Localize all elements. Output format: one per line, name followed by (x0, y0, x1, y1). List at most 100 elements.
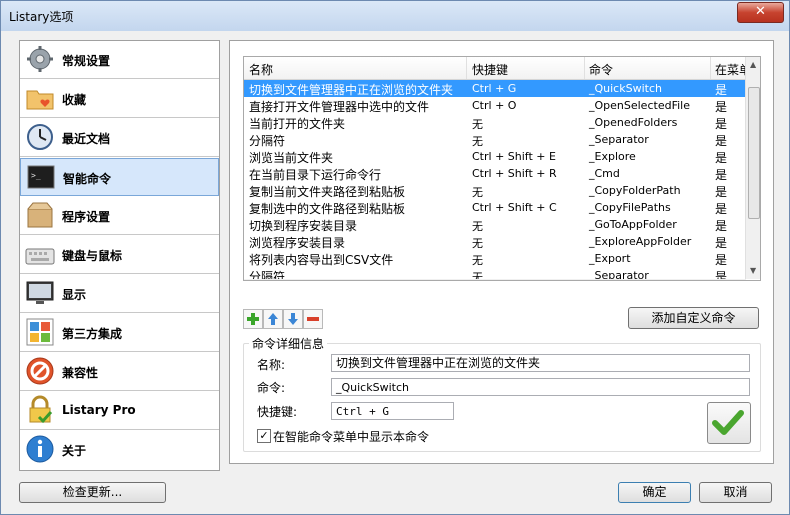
options-window: Listary选项 ✕ 常规设置 收藏 最近文档 >_ 智能命令 程序设置 键盘… (0, 0, 790, 515)
column-divider[interactable] (584, 57, 585, 79)
command-label: 命令: (257, 381, 286, 395)
column-divider[interactable] (466, 57, 467, 79)
cell-name: 在当前目录下运行命令行 (249, 168, 382, 182)
lock-check-icon (29, 395, 53, 424)
no-entry-icon (26, 357, 54, 385)
cell-in-menu: 是 (715, 100, 728, 114)
sidebar-item-label: Listary Pro (62, 403, 136, 417)
cell-hotkey: Ctrl + Shift + E (472, 150, 556, 163)
table-row[interactable]: 复制当前文件夹路径到粘贴板 无 _CopyFolderPath 是 (244, 182, 746, 199)
table-row[interactable]: 将列表内容导出到CSV文件 无 _Export 是 (244, 250, 746, 267)
cell-hotkey: Ctrl + Shift + R (472, 167, 557, 180)
sidebar-item-display[interactable]: 显示 (20, 275, 219, 313)
cell-hotkey: 无 (472, 237, 483, 250)
table-row[interactable]: 复制选中的文件路径到粘贴板 Ctrl + Shift + C _CopyFile… (244, 199, 746, 216)
cell-name: 分隔符 (249, 134, 286, 148)
terminal-icon: >_ (27, 165, 55, 189)
remove-command-button[interactable] (303, 309, 323, 329)
add-command-button[interactable] (243, 309, 263, 329)
column-divider[interactable] (710, 57, 711, 79)
move-down-button[interactable] (283, 309, 303, 329)
table-row[interactable]: 在当前目录下运行命令行 Ctrl + Shift + R _Cmd 是 (244, 165, 746, 182)
column-header-command[interactable]: 命令 (589, 61, 613, 78)
cell-command: _GoToAppFolder (589, 218, 677, 231)
cell-command: _QuickSwitch (589, 82, 662, 95)
checkmark-icon (712, 410, 744, 435)
titlebar: Listary选项 ✕ (1, 1, 789, 31)
show-in-menu-label[interactable]: 在智能命令菜单中显示本命令 (273, 428, 429, 445)
cell-command: _Export (589, 252, 631, 265)
sidebar-item-label: 程序设置 (62, 210, 111, 224)
sidebar-item-third-party[interactable]: 第三方集成 (20, 314, 219, 352)
cell-name: 浏览程序安装目录 (249, 236, 346, 250)
sidebar-item-label: 最近文档 (62, 132, 111, 146)
sidebar-item-listary-pro[interactable]: Listary Pro (20, 392, 219, 430)
cell-in-menu: 是 (715, 168, 728, 182)
commands-table[interactable]: 名称 快捷键 命令 在菜单 切换到文件管理器中正在浏览的文件夹 Ctrl + G… (243, 56, 761, 281)
sidebar-item-about[interactable]: 关于 (20, 431, 219, 469)
plus-icon (247, 313, 259, 325)
column-header-hotkey[interactable]: 快捷键 (472, 61, 508, 78)
scroll-thumb[interactable] (748, 87, 760, 219)
sidebar-item-label: 关于 (62, 444, 87, 458)
cell-hotkey: 无 (472, 118, 483, 131)
cell-name: 浏览当前文件夹 (249, 151, 334, 165)
cell-in-menu: 是 (715, 202, 728, 216)
cell-name: 复制当前文件夹路径到粘贴板 (249, 185, 406, 199)
table-row[interactable]: 浏览当前文件夹 Ctrl + Shift + E _Explore 是 (244, 148, 746, 165)
sidebar-item-program-settings[interactable]: 程序设置 (20, 197, 219, 235)
hotkey-field[interactable]: Ctrl + G (331, 402, 454, 420)
command-field[interactable]: _QuickSwitch (331, 378, 750, 396)
horizontal-scrollbar[interactable]: ◀ ▶ (244, 279, 746, 280)
command-details-title: 命令详细信息 (249, 335, 328, 352)
sidebar-item-label: 智能命令 (63, 172, 112, 186)
hotkey-label: 快捷键: (257, 405, 298, 419)
check-update-button[interactable]: 检查更新... (19, 482, 166, 503)
table-header: 名称 快捷键 命令 在菜单 (244, 57, 760, 80)
sidebar-item-favorites[interactable]: 收藏 (20, 80, 219, 118)
scroll-down-icon[interactable]: ▼ (750, 266, 756, 275)
cancel-button[interactable]: 取消 (699, 482, 772, 503)
cell-in-menu: 是 (715, 219, 728, 233)
sidebar-item-label: 兼容性 (62, 366, 99, 380)
sidebar-item-compatibility[interactable]: 兼容性 (20, 353, 219, 391)
add-custom-command-button[interactable]: 添加自定义命令 (628, 307, 759, 329)
scroll-up-icon[interactable]: ▲ (750, 60, 756, 69)
sidebar-item-recent-docs[interactable]: 最近文档 (20, 119, 219, 157)
cell-command: _CopyFolderPath (589, 184, 681, 197)
cell-command: _CopyFilePaths (589, 201, 671, 214)
ok-button[interactable]: 确定 (618, 482, 691, 503)
move-up-button[interactable] (263, 309, 283, 329)
table-row[interactable]: 当前打开的文件夹 无 _OpenedFolders 是 (244, 114, 746, 131)
sidebar-item-label: 常规设置 (62, 54, 111, 68)
table-row[interactable]: 分隔符 无 _Separator 是 (244, 131, 746, 148)
cell-hotkey: Ctrl + O (472, 99, 517, 112)
cell-in-menu: 是 (715, 151, 728, 165)
sidebar-item-keyboard-mouse[interactable]: 键盘与鼠标 (20, 236, 219, 274)
table-row[interactable]: 直接打开文件管理器中选中的文件 Ctrl + O _OpenSelectedFi… (244, 97, 746, 114)
cell-hotkey: 无 (472, 254, 483, 267)
svg-text:>_: >_ (31, 171, 41, 180)
vertical-scrollbar[interactable]: ▲ ▼ (745, 57, 760, 279)
cell-command: _Cmd (589, 167, 620, 180)
sidebar-item-general[interactable]: 常规设置 (20, 41, 219, 79)
cell-hotkey: 无 (472, 186, 483, 199)
cell-command: _Separator (589, 133, 649, 146)
table-row[interactable]: 切换到程序安装目录 无 _GoToAppFolder 是 (244, 216, 746, 233)
cell-in-menu: 是 (715, 117, 728, 131)
cell-name: 切换到文件管理器中正在浏览的文件夹 (249, 83, 454, 97)
cell-hotkey: 无 (472, 220, 483, 233)
apply-button[interactable] (707, 402, 751, 444)
show-in-menu-checkbox[interactable]: ✓ (257, 429, 271, 443)
column-header-name[interactable]: 名称 (249, 61, 273, 78)
sidebar-item-smart-commands[interactable]: >_ 智能命令 (20, 158, 219, 196)
name-field[interactable]: 切换到文件管理器中正在浏览的文件夹 (331, 354, 750, 372)
clock-icon (27, 124, 53, 150)
keyboard-icon (25, 248, 55, 265)
close-button[interactable]: ✕ (737, 2, 784, 23)
apps-icon (26, 318, 54, 346)
table-row[interactable]: 浏览程序安装目录 无 _ExploreAppFolder 是 (244, 233, 746, 250)
minus-icon (307, 317, 319, 321)
monitor-icon (26, 281, 54, 304)
table-row[interactable]: 切换到文件管理器中正在浏览的文件夹 Ctrl + G _QuickSwitch … (244, 80, 746, 97)
